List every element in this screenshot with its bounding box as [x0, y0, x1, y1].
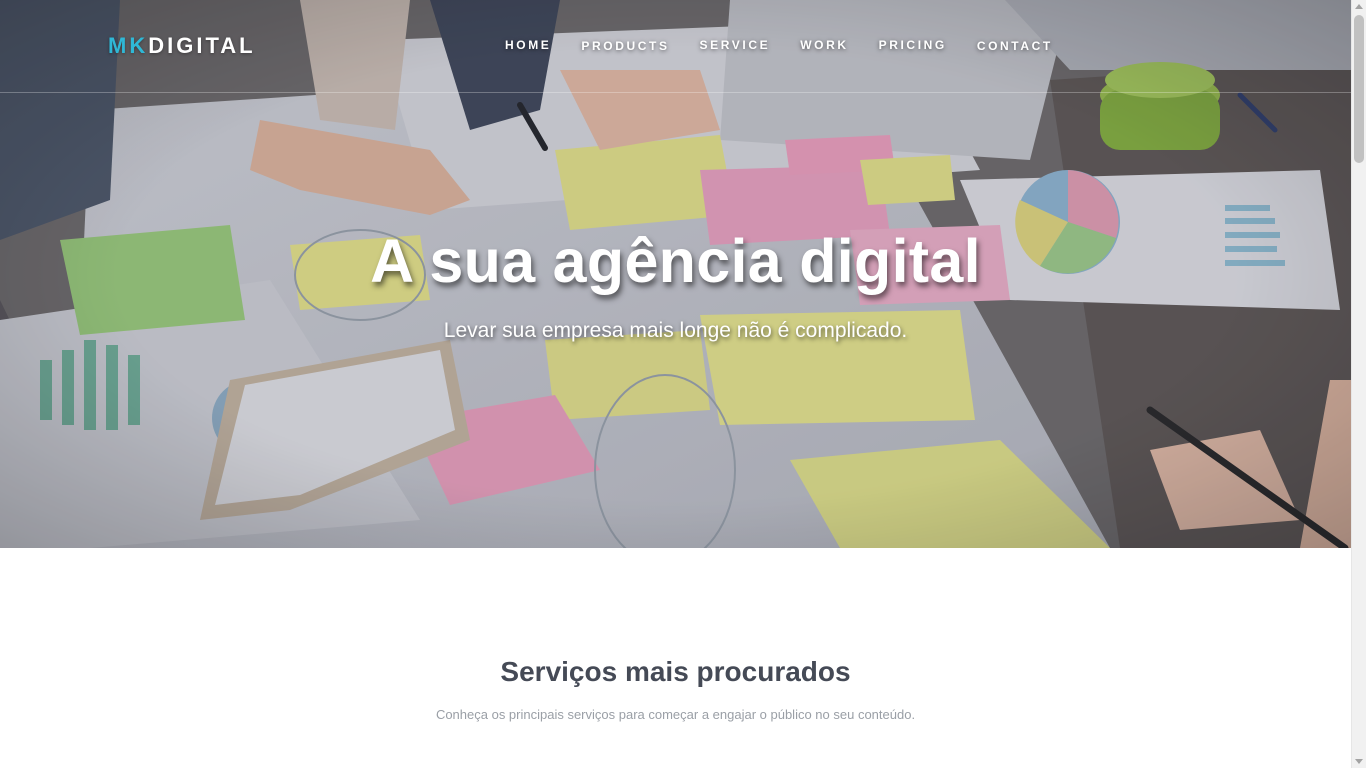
nav-link-home[interactable]: HOME — [505, 38, 551, 52]
navbar: MKDIGITAL HOME PRODUCTS SERVICE WORK PRI… — [0, 0, 1351, 93]
page-scrollbar[interactable] — [1351, 0, 1366, 768]
nav-item-pricing: PRICING — [879, 38, 947, 53]
hero-subtitle: Levar sua empresa mais longe não é compl… — [443, 319, 908, 342]
nav-item-contact: CONTACT — [977, 38, 1053, 53]
services-title: Serviços mais procurados — [500, 656, 851, 687]
hero-section: MKDIGITAL HOME PRODUCTS SERVICE WORK PRI… — [0, 0, 1351, 548]
nav-link-service[interactable]: SERVICE — [700, 38, 771, 52]
nav-item-work: WORK — [800, 38, 848, 53]
services-subtitle: Conheça os principais serviços para come… — [435, 707, 916, 722]
services-section: Serviços mais procurados Conheça os prin… — [0, 548, 1351, 768]
nav-link-products[interactable]: PRODUCTS — [581, 39, 669, 53]
nav-item-products: PRODUCTS — [581, 38, 669, 53]
scroll-down-arrow-icon[interactable] — [1355, 759, 1363, 764]
scrollbar-thumb[interactable] — [1354, 15, 1364, 163]
brand-logo-accent: MK — [108, 33, 149, 58]
nav-link-pricing[interactable]: PRICING — [879, 38, 947, 52]
nav-link-work[interactable]: WORK — [800, 38, 848, 52]
brand-logo[interactable]: MKDIGITAL — [108, 33, 256, 59]
nav-menu: HOME PRODUCTS SERVICE WORK PRICING CONTA… — [490, 38, 1068, 53]
nav-item-home: HOME — [505, 38, 551, 53]
hero-title: A sua agência digital — [370, 227, 981, 295]
nav-link-contact[interactable]: CONTACT — [977, 39, 1053, 53]
scroll-up-arrow-icon[interactable] — [1355, 4, 1363, 9]
brand-logo-main: DIGITAL — [148, 33, 256, 58]
page: MKDIGITAL HOME PRODUCTS SERVICE WORK PRI… — [0, 0, 1351, 768]
nav-item-service: SERVICE — [700, 38, 771, 53]
